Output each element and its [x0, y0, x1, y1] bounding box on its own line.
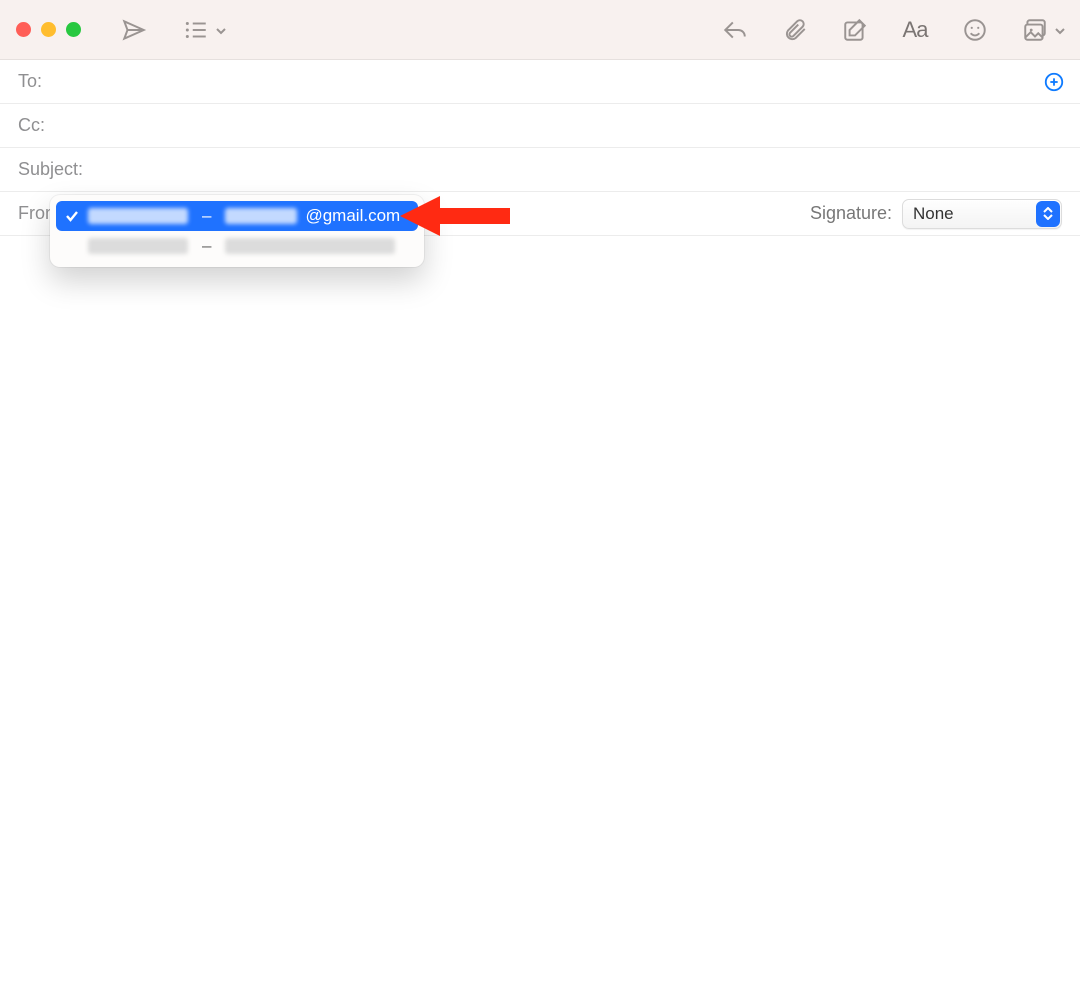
- window-titlebar: Aa: [0, 0, 1080, 60]
- list-icon: [181, 15, 211, 45]
- subject-label: Subject:: [18, 159, 83, 180]
- to-input[interactable]: [48, 70, 1062, 93]
- minimize-window-button[interactable]: [41, 22, 56, 37]
- signature-label: Signature:: [810, 203, 892, 224]
- account-name-redacted: [88, 238, 188, 254]
- window-controls: [16, 22, 81, 37]
- account-email-local-redacted: [225, 208, 297, 224]
- account-email-redacted: [225, 238, 395, 254]
- signature-select[interactable]: None: [902, 199, 1062, 229]
- add-recipient-button[interactable]: [1042, 70, 1066, 94]
- to-label: To:: [18, 71, 42, 92]
- from-account-option[interactable]: –: [56, 231, 418, 261]
- from-account-dropdown: – @gmail.com –: [50, 195, 424, 267]
- close-window-button[interactable]: [16, 22, 31, 37]
- cc-label: Cc:: [18, 115, 45, 136]
- separator: –: [202, 206, 211, 226]
- subject-input[interactable]: [89, 158, 1062, 181]
- cc-input[interactable]: [51, 114, 1062, 137]
- compose-icon[interactable]: [840, 15, 870, 45]
- separator: –: [202, 236, 211, 256]
- emoji-icon[interactable]: [960, 15, 990, 45]
- chevron-down-icon: [215, 24, 227, 36]
- paperclip-icon[interactable]: [780, 15, 810, 45]
- checkmark-icon: [64, 208, 80, 224]
- chevron-down-icon: [1054, 24, 1066, 36]
- checkmark-icon: [64, 238, 80, 254]
- account-email-domain: @gmail.com: [305, 206, 400, 226]
- header-fields-toggle[interactable]: [181, 15, 227, 45]
- reply-icon[interactable]: [720, 15, 750, 45]
- up-down-stepper-icon: [1036, 201, 1060, 227]
- font-format-button[interactable]: Aa: [900, 15, 930, 45]
- photo-icon: [1020, 15, 1050, 45]
- send-icon[interactable]: [119, 15, 149, 45]
- zoom-window-button[interactable]: [66, 22, 81, 37]
- to-field-row[interactable]: To:: [0, 60, 1080, 104]
- from-account-option[interactable]: – @gmail.com: [56, 201, 418, 231]
- photo-browser-button[interactable]: [1020, 15, 1066, 45]
- signature-value: None: [913, 204, 954, 224]
- account-name-redacted: [88, 208, 188, 224]
- subject-field-row[interactable]: Subject:: [0, 148, 1080, 192]
- cc-field-row[interactable]: Cc:: [0, 104, 1080, 148]
